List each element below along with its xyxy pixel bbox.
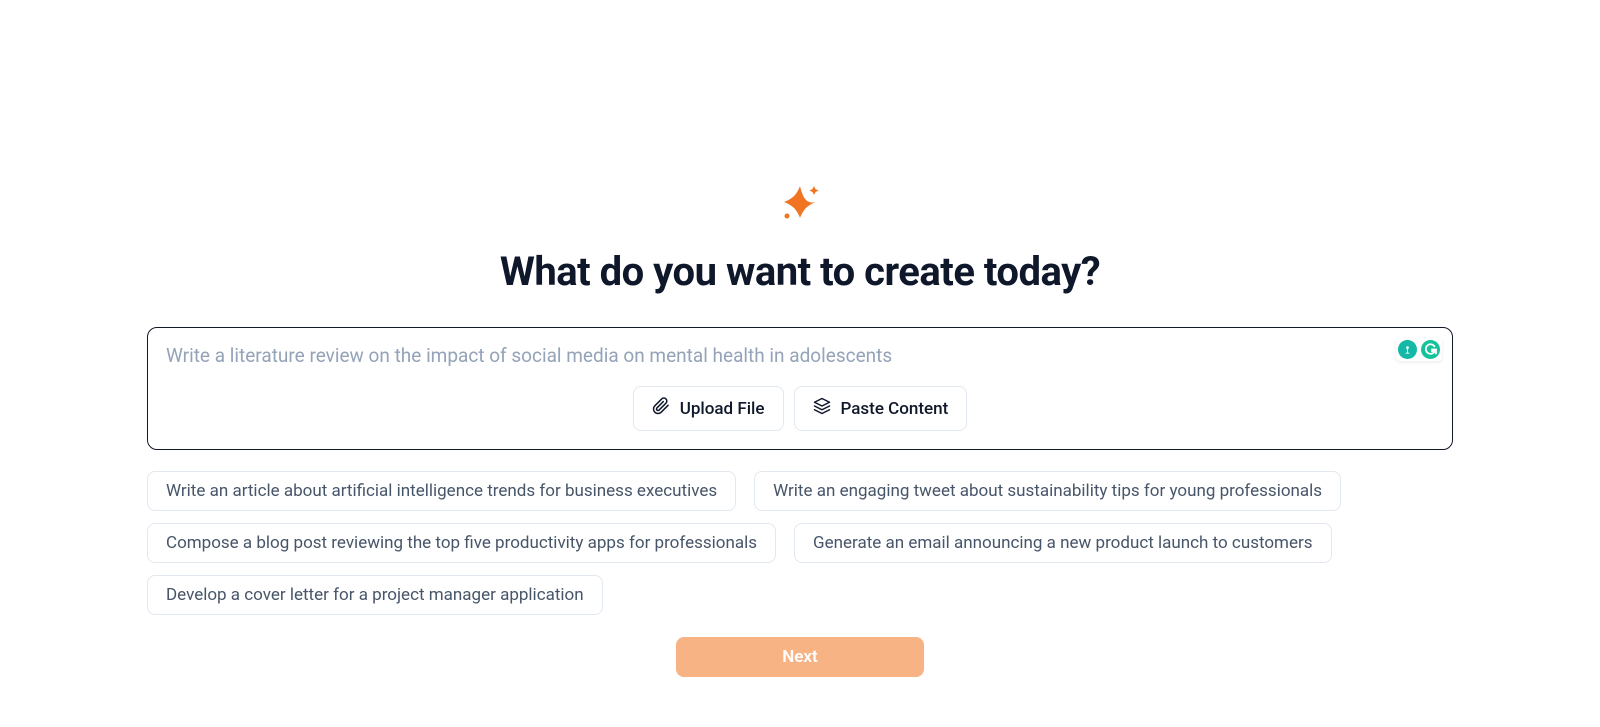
grammarly-icon[interactable]	[1421, 340, 1440, 359]
paste-content-button[interactable]: Paste Content	[794, 386, 968, 431]
upload-file-label: Upload File	[680, 399, 765, 419]
suggestion-chip[interactable]: Compose a blog post reviewing the top fi…	[147, 523, 776, 563]
prompt-input[interactable]	[166, 344, 1434, 372]
paste-content-label: Paste Content	[841, 399, 949, 419]
upload-file-button[interactable]: Upload File	[633, 386, 784, 431]
suggestion-chip[interactable]: Write an engaging tweet about sustainabi…	[754, 471, 1341, 511]
input-action-row: Upload File Paste Content	[166, 386, 1434, 431]
suggestion-chip[interactable]: Develop a cover letter for a project man…	[147, 575, 603, 615]
layers-icon	[813, 397, 831, 420]
suggestion-list: Write an article about artificial intell…	[147, 471, 1453, 615]
suggestion-chip[interactable]: Write an article about artificial intell…	[147, 471, 736, 511]
sparkle-icon	[778, 180, 822, 228]
main-container: What do you want to create today? Upload…	[0, 180, 1600, 677]
input-badges	[1396, 338, 1442, 361]
prompt-input-box: Upload File Paste Content	[147, 327, 1453, 450]
page-heading: What do you want to create today?	[500, 248, 1100, 295]
next-button[interactable]: Next	[676, 637, 924, 677]
paperclip-icon	[652, 397, 670, 420]
suggestion-chip[interactable]: Generate an email announcing a new produ…	[794, 523, 1331, 563]
assist-badge-icon[interactable]	[1398, 340, 1417, 359]
